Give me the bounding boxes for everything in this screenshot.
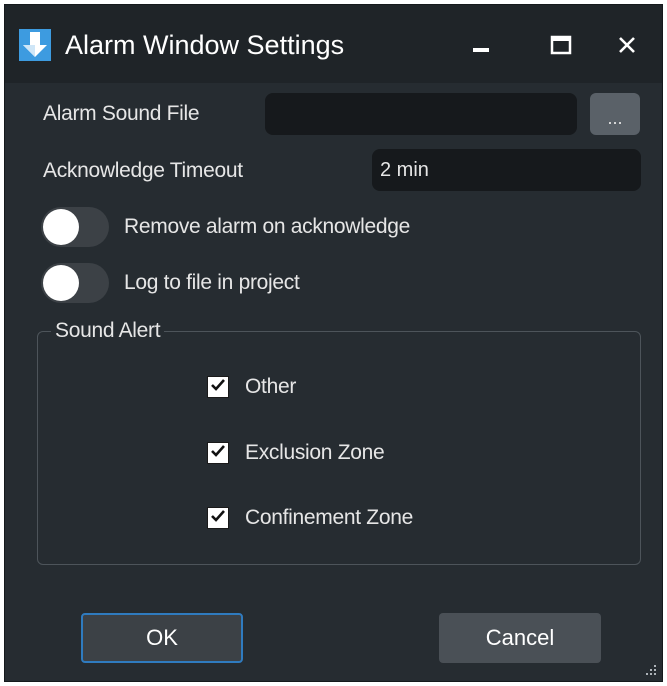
minimize-icon: [471, 35, 491, 55]
other-label: Other: [245, 375, 297, 398]
checkmark-icon: [210, 443, 226, 464]
window-title: Alarm Window Settings: [65, 30, 345, 60]
confinement-zone-label: Confinement Zone: [245, 506, 413, 529]
ok-button[interactable]: OK: [81, 613, 243, 663]
remove-alarm-label: Remove alarm on acknowledge: [124, 215, 411, 238]
maximize-button[interactable]: [531, 21, 591, 69]
remove-alarm-toggle[interactable]: [41, 207, 109, 247]
ok-button-label: OK: [146, 625, 178, 650]
log-to-file-label: Log to file in project: [124, 271, 300, 294]
toggle-knob: [43, 209, 79, 245]
exclusion-zone-checkbox[interactable]: [207, 442, 229, 464]
title-bar[interactable]: Alarm Window Settings: [5, 5, 662, 83]
other-checkbox[interactable]: [207, 376, 229, 398]
confinement-zone-checkbox[interactable]: [207, 507, 229, 529]
checkmark-icon: [210, 508, 226, 529]
alarm-sound-file-label: Alarm Sound File: [43, 102, 200, 125]
close-button[interactable]: [597, 21, 657, 69]
acknowledge-timeout-input[interactable]: [372, 149, 641, 191]
toggle-knob: [43, 265, 79, 301]
cancel-button-label: Cancel: [485, 625, 555, 650]
browse-button[interactable]: ...: [590, 93, 640, 135]
minimize-button[interactable]: [451, 21, 511, 69]
exclusion-zone-label: Exclusion Zone: [245, 441, 385, 464]
maximize-icon: [550, 35, 572, 55]
sound-alert-legend: Sound Alert: [51, 317, 165, 345]
alarm-sound-file-input[interactable]: [265, 93, 577, 135]
browse-button-label: ...: [607, 108, 623, 128]
alarm-window-settings-dialog: Alarm Window Settings Alarm Sound File .…: [4, 4, 663, 682]
log-to-file-toggle[interactable]: [41, 263, 109, 303]
checkmark-icon: [210, 377, 226, 398]
cancel-button[interactable]: Cancel: [439, 613, 601, 663]
down-arrow-app-icon: [19, 29, 51, 61]
close-icon: [617, 35, 637, 55]
acknowledge-timeout-label: Acknowledge Timeout: [43, 159, 243, 182]
resize-grip-icon[interactable]: [644, 663, 658, 677]
